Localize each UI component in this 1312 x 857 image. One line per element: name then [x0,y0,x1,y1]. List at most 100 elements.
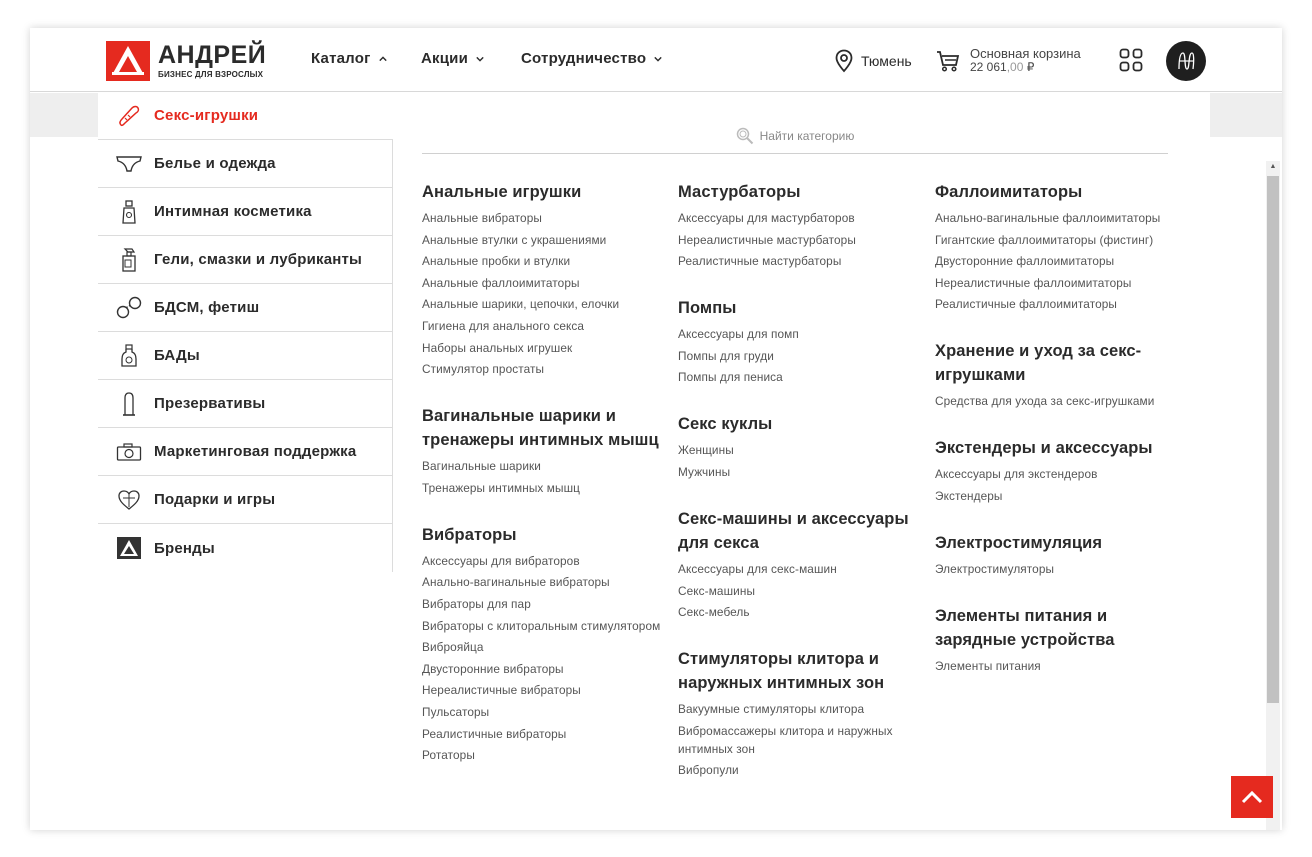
subcategory-link[interactable]: Вибраторы для пар [422,595,662,613]
category-item-gifts[interactable]: Подарки и игры [98,476,393,524]
category-item-bdsm[interactable]: БДСМ, фетиш [98,284,393,332]
subcategory-link[interactable]: Пульсаторы [422,703,662,721]
subcategory-group: Вагинальные шарики и тренажеры интимных … [422,404,662,497]
category-item-sex-toys[interactable]: Секс-игрушки [98,92,393,140]
subcategory-group: Элементы питания и зарядные устройства Эл… [935,604,1175,675]
cart-widget[interactable]: Основная корзина 22 061,00 ₽ [936,47,1081,74]
category-label: Секс-игрушки [154,107,259,124]
subcategory-group-title[interactable]: Помпы [678,296,918,320]
subcategory-group-title[interactable]: Вибраторы [422,523,662,547]
subcategory-link[interactable]: Помпы для груди [678,347,918,365]
city-name: Тюмень [861,53,912,69]
nav-catalog-label: Каталог [311,50,371,67]
subcategory-link[interactable]: Аксессуары для мастурбаторов [678,209,918,227]
subcategory-link[interactable]: Секс-машины [678,582,918,600]
category-label: Интимная косметика [154,203,312,220]
subcategory-group-title[interactable]: Секс-машины и аксессуары для секса [678,507,918,555]
subcategory-link[interactable]: Секс-мебель [678,603,918,621]
catalog-dropdown: Секс-игрушки Белье и одежда Интимная кос… [98,92,1280,830]
subcategory-link[interactable]: Анально-вагинальные вибраторы [422,573,662,591]
subcategory-link[interactable]: Наборы анальных игрушек [422,339,662,357]
subcategory-link[interactable]: Аксессуары для экстендеров [935,465,1175,483]
subcategory-link[interactable]: Нереалистичные фаллоимитаторы [935,274,1175,292]
subcategory-link[interactable]: Реалистичные вибраторы [422,725,662,743]
category-search[interactable]: Найти категорию [422,118,1168,154]
category-item-supplements[interactable]: БАДы [98,332,393,380]
category-list-divider [392,140,393,572]
subcategory-link[interactable]: Нереалистичные вибраторы [422,681,662,699]
location-pin-icon [835,49,853,73]
subcategory-group-title[interactable]: Вагинальные шарики и тренажеры интимных … [422,404,662,452]
subcategory-link[interactable]: Стимулятор простаты [422,360,662,378]
subcategory-link[interactable]: Элементы питания [935,657,1175,675]
category-item-marketing[interactable]: Маркетинговая поддержка [98,428,393,476]
subcategory-group: Хранение и уход за секс-игрушками Средств… [935,339,1175,410]
subcategory-group-title[interactable]: Мастурбаторы [678,180,918,204]
subcategory-link[interactable]: Тренажеры интимных мышц [422,479,662,497]
subcategory-column-1: Анальные игрушки Анальные вибраторы Анальн… [422,180,662,790]
city-selector[interactable]: Тюмень [835,49,912,73]
subcategory-link[interactable]: Анальные шарики, цепочки, елочки [422,295,662,313]
cart-title: Основная корзина [970,46,1081,61]
subcategory-link[interactable]: Анальные пробки и втулки [422,252,662,270]
subcategory-link[interactable]: Аксессуары для вибраторов [422,552,662,570]
subcategory-link[interactable]: Анальные втулки с украшениями [422,231,662,249]
subcategory-link[interactable]: Мужчины [678,463,918,481]
subcategory-link[interactable]: Средства для ухода за секс-игрушками [935,392,1175,410]
scrollbar-thumb[interactable] [1267,176,1279,703]
sex-toy-icon [116,103,142,129]
subcategory-link[interactable]: Нереалистичные мастурбаторы [678,231,918,249]
subcategory-link[interactable]: Виброяйца [422,638,662,656]
category-item-lubricants[interactable]: Гели, смазки и лубриканты [98,236,393,284]
category-item-underwear[interactable]: Белье и одежда [98,140,393,188]
category-label: Гели, смазки и лубриканты [154,251,363,268]
subcategory-link[interactable]: Анальные вибраторы [422,209,662,227]
category-label: Белье и одежда [154,155,276,172]
cart-total: 22 061,00 ₽ [970,61,1081,74]
user-avatar[interactable] [1166,41,1206,81]
subcategory-group-title[interactable]: Элементы питания и зарядные устройства [935,604,1175,652]
category-item-brands[interactable]: Бренды [98,524,393,572]
logo-name: АНДРЕЙ [158,41,267,69]
nav-cooperation[interactable]: Сотрудничество [521,50,662,67]
scroll-up-arrow-icon[interactable]: ▲ [1269,163,1277,171]
subcategory-group-title[interactable]: Секс куклы [678,412,918,436]
subcategory-link[interactable]: Вибропули [678,761,918,779]
subcategory-link[interactable]: Анальные фаллоимитаторы [422,274,662,292]
category-item-condoms[interactable]: Презервативы [98,380,393,428]
subcategory-link[interactable]: Аксессуары для помп [678,325,918,343]
subcategory-link[interactable]: Гигантские фаллоимитаторы (фистинг) [935,231,1175,249]
subcategory-group-title[interactable]: Электростимуляция [935,531,1175,555]
subcategory-link[interactable]: Экстендеры [935,487,1175,505]
subcategory-link[interactable]: Электростимуляторы [935,560,1175,578]
subcategory-link[interactable]: Двусторонние вибраторы [422,660,662,678]
nav-catalog[interactable]: Каталог [311,50,387,67]
scroll-to-top-button[interactable] [1231,776,1273,818]
nav-promotions[interactable]: Акции [421,50,484,67]
subcategory-link[interactable]: Ротаторы [422,746,662,764]
subcategory-link[interactable]: Двусторонние фаллоимитаторы [935,252,1175,270]
subcategory-group-title[interactable]: Хранение и уход за секс-игрушками [935,339,1175,387]
category-item-cosmetics[interactable]: Интимная косметика [98,188,393,236]
subcategory-link[interactable]: Вагинальные шарики [422,457,662,475]
subcategory-link[interactable]: Аксессуары для секс-машин [678,560,918,578]
logo-slogan: БИЗНЕС ДЛЯ ВЗРОСЛЫХ [158,70,264,79]
subcategory-link[interactable]: Вибромассажеры клитора и наружных интимн… [678,722,918,758]
subcategory-link[interactable]: Гигиена для анального секса [422,317,662,335]
subcategory-link[interactable]: Вибраторы с клиторальным стимулятором [422,617,662,635]
dropdown-scrollbar[interactable]: ▲ ▼ [1266,161,1280,830]
apps-grid-icon[interactable] [1119,48,1143,72]
subcategory-group-title[interactable]: Экстендеры и аксессуары [935,436,1175,460]
subcategory-link[interactable]: Помпы для пениса [678,368,918,386]
subcategory-group-title[interactable]: Фаллоимитаторы [935,180,1175,204]
subcategory-link[interactable]: Реалистичные мастурбаторы [678,252,918,270]
brand-logo-icon [116,535,142,561]
subcategory-group-title[interactable]: Стимуляторы клитора и наружных интимных … [678,647,918,695]
subcategory-group-title[interactable]: Анальные игрушки [422,180,662,204]
subcategory-link[interactable]: Вакуумные стимуляторы клитора [678,700,918,718]
subcategory-link[interactable]: Реалистичные фаллоимитаторы [935,295,1175,313]
site-logo[interactable]: АНДРЕЙ БИЗНЕС ДЛЯ ВЗРОСЛЫХ [106,41,266,83]
subcategory-link[interactable]: Анально-вагинальные фаллоимитаторы [935,209,1175,227]
cart-amount-decimals: ,00 [1006,60,1024,74]
subcategory-link[interactable]: Женщины [678,441,918,459]
